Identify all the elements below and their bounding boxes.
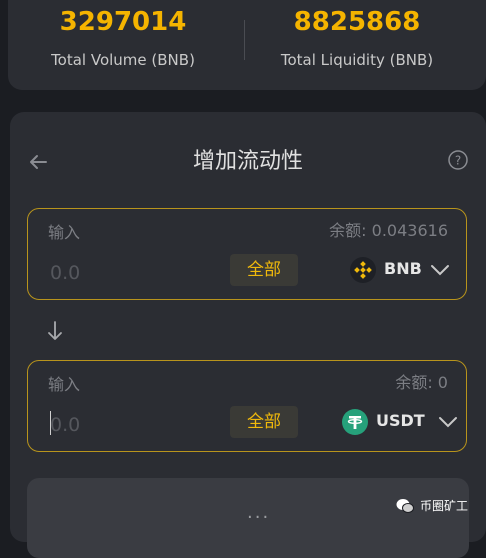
total-liquidity-label: Total Liquidity (BNB) <box>280 51 434 69</box>
supply-button[interactable]: ... <box>27 478 469 558</box>
add-liquidity-card: 增加流动性 ? 输入 余额: 0.043616 全部 BNB <box>10 112 486 558</box>
input-label: 输入 <box>48 375 81 394</box>
bnb-icon <box>350 257 376 283</box>
token-select-bnb[interactable]: BNB <box>348 255 458 287</box>
usdt-icon <box>342 409 368 435</box>
balance-text: 余额: 0.043616 <box>329 221 448 240</box>
amount-input-usdt[interactable] <box>48 409 212 441</box>
wechat-icon <box>396 499 414 513</box>
input-label: 输入 <box>48 223 81 242</box>
stats-card: 3297014 Total Volume (BNB) 8825868 Total… <box>8 0 486 90</box>
max-button-bnb[interactable]: 全部 <box>230 254 298 286</box>
arrow-down-icon <box>48 321 62 340</box>
token-name: BNB <box>384 259 422 278</box>
input-box-bnb: 输入 余额: 0.043616 全部 BNB <box>27 208 467 300</box>
amount-input-bnb[interactable] <box>48 257 212 289</box>
token-select-usdt[interactable]: USDT <box>340 407 460 439</box>
total-volume-label: Total Volume (BNB) <box>51 51 195 69</box>
balance-text: 余额: 0 <box>395 373 448 392</box>
question-circle-icon[interactable]: ? <box>448 150 468 170</box>
token-name: USDT <box>376 411 425 430</box>
loading-dots: ... <box>247 502 271 523</box>
text-caret <box>50 411 51 435</box>
input-box-usdt: 输入 余额: 0 全部 USDT <box>27 360 467 452</box>
page-title: 增加流动性 <box>192 149 303 174</box>
total-liquidity-value: 8825868 <box>293 7 421 37</box>
total-volume-value: 3297014 <box>59 7 187 37</box>
chevron-down-icon <box>431 265 449 276</box>
watermark-text: 币圈矿工 <box>420 499 469 513</box>
chevron-down-icon <box>439 417 457 428</box>
max-button-usdt[interactable]: 全部 <box>230 406 298 438</box>
svg-text:?: ? <box>455 154 461 168</box>
